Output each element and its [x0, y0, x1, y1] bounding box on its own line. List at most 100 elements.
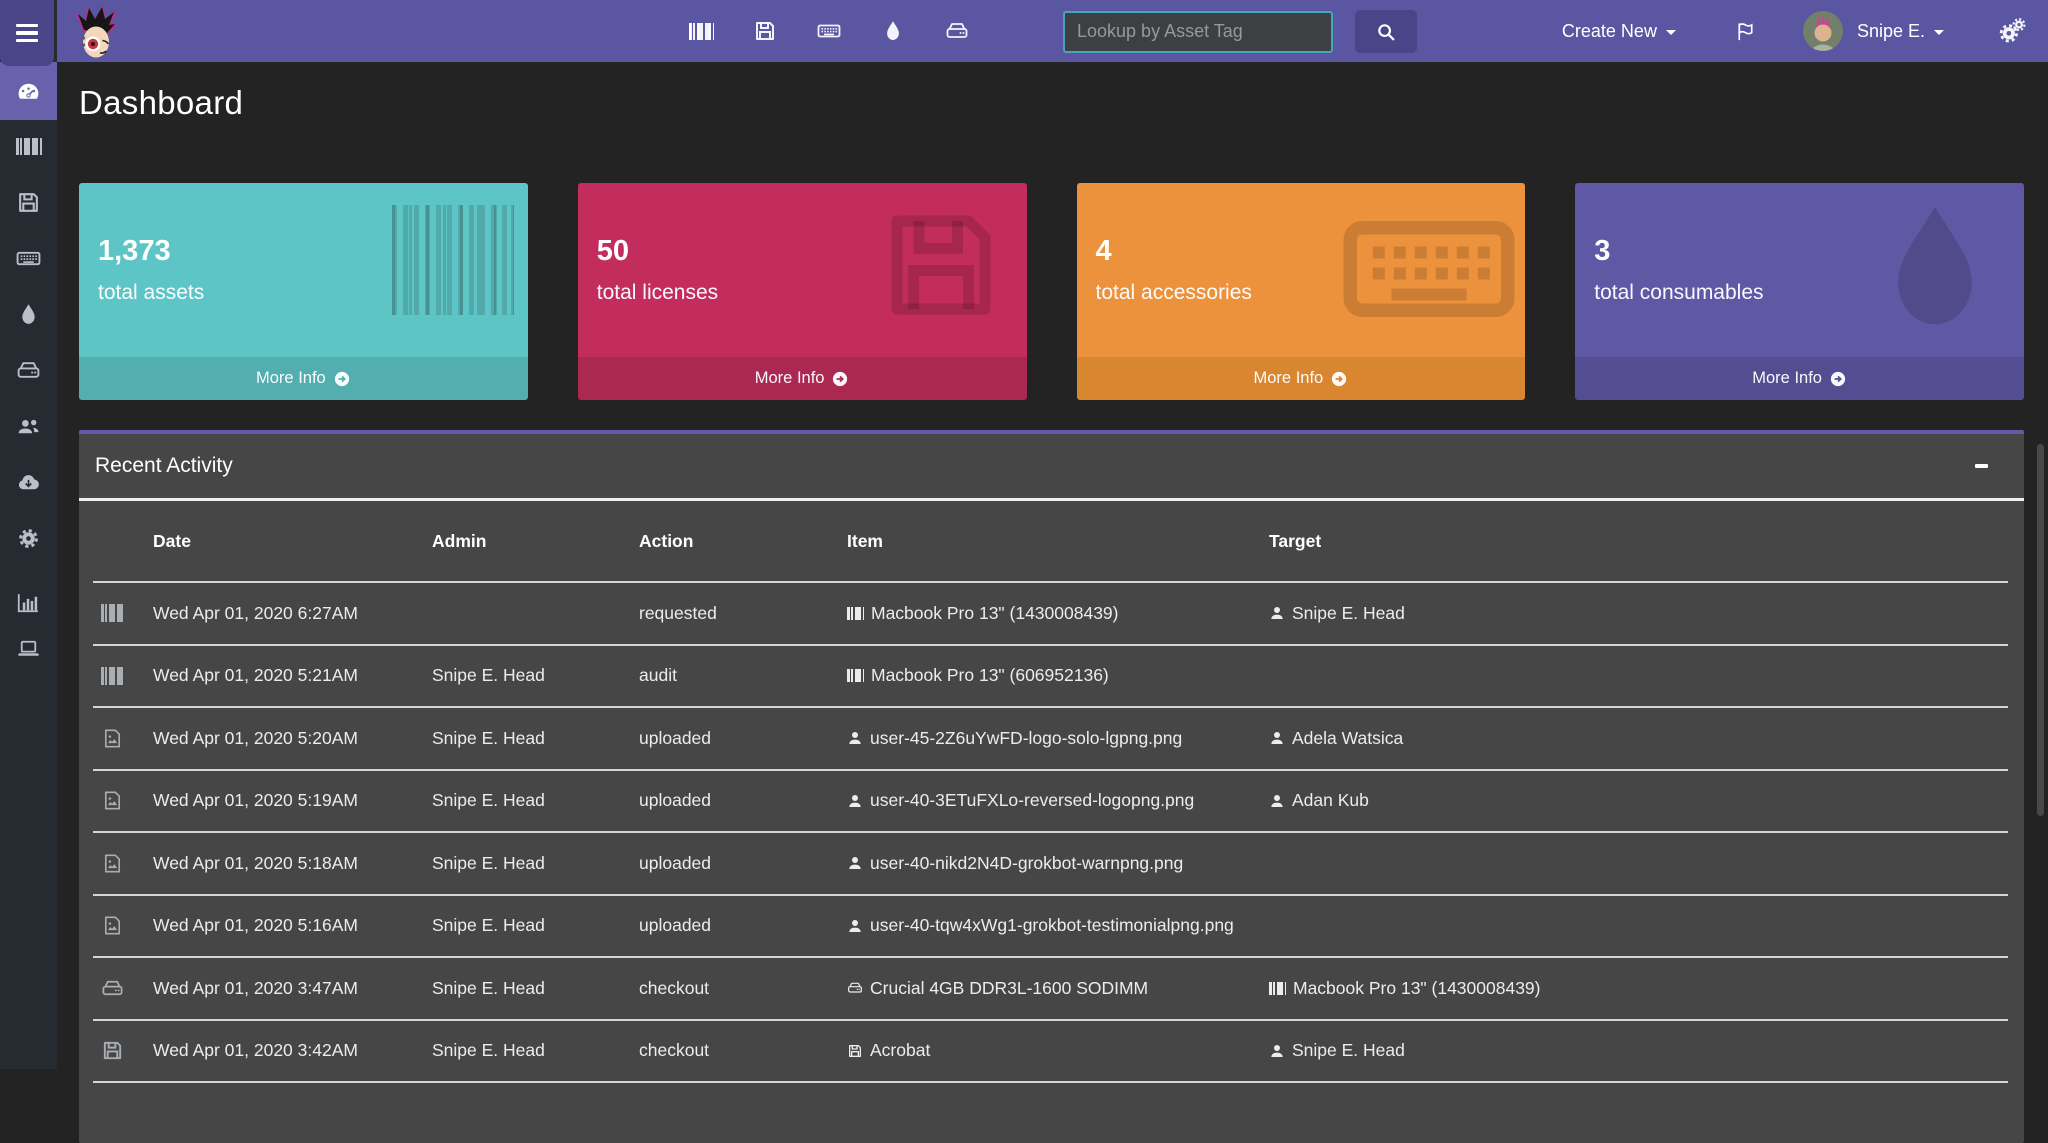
sidebar-item-dashboard[interactable] [0, 62, 57, 120]
user-icon [1269, 1043, 1285, 1059]
barcode-icon [15, 137, 42, 155]
user-icon [847, 730, 863, 746]
arrow-circle-right-icon [831, 370, 849, 388]
save-icon [101, 1039, 124, 1062]
barcode-watermark-icon [391, 205, 514, 315]
table-row: Wed Apr 01, 2020 6:27AM requested Macboo… [93, 583, 2008, 646]
barcode-icon [847, 606, 864, 620]
create-new-label: Create New [1561, 20, 1657, 41]
sidebar-item-accessories[interactable] [0, 230, 57, 286]
licenses-more-info-link[interactable]: More Info [577, 357, 1027, 400]
table-row: Wed Apr 01, 2020 5:18AM Snipe E. Head up… [93, 833, 2008, 896]
recent-activity-panel: Recent Activity Date Admin Action Item T… [79, 430, 2024, 1143]
droplet-icon [881, 19, 905, 43]
user-icon [847, 918, 863, 934]
save-icon [16, 190, 41, 215]
info-box-consumables: 3 total consumables More Info [1575, 183, 2024, 400]
save-icon [753, 19, 777, 43]
droplet-watermark-icon [1860, 193, 2010, 343]
sidebar-item-settings[interactable] [0, 510, 57, 566]
app-logo[interactable] [72, 4, 122, 65]
barcode-icon [1269, 981, 1286, 995]
barcode-icon [101, 666, 123, 685]
hamburger-icon [16, 23, 38, 28]
sidebar-item-import[interactable] [0, 454, 57, 510]
collapse-panel-button[interactable] [1966, 454, 1996, 478]
arrow-circle-right-icon [1829, 370, 1847, 388]
search-input[interactable] [1063, 10, 1333, 53]
avatar[interactable] [1802, 11, 1843, 51]
hard-drive-icon [847, 980, 863, 996]
hard-drive-icon [16, 358, 41, 383]
gears-icon [1998, 17, 2026, 45]
sidebar-item-people[interactable] [0, 398, 57, 454]
table-row: Wed Apr 01, 2020 5:19AM Snipe E. Head up… [93, 771, 2008, 833]
scrollbar-thumb[interactable] [2037, 444, 2044, 816]
table-header-row: Date Admin Action Item Target [93, 501, 2008, 583]
nav-components-link[interactable] [944, 18, 970, 44]
activity-table: Date Admin Action Item Target Wed Apr 01… [79, 501, 2024, 1083]
table-row: Wed Apr 01, 2020 3:42AM Snipe E. Head ch… [93, 1021, 2008, 1083]
keyboard-watermark-icon [1339, 183, 1519, 357]
nav-licenses-link[interactable] [752, 18, 778, 44]
col-item: Item [847, 530, 883, 551]
save-icon [847, 1043, 863, 1059]
hard-drive-icon [101, 977, 124, 1000]
sidebar-item-licenses[interactable] [0, 174, 57, 230]
avatar-image [1802, 11, 1843, 51]
consumables-more-info-link[interactable]: More Info [1575, 357, 2024, 400]
keyboard-icon [16, 246, 41, 271]
nav-consumables-link[interactable] [880, 18, 906, 44]
arrow-circle-right-icon [1330, 370, 1348, 388]
chevron-down-icon [1934, 29, 1944, 35]
file-image-icon [101, 727, 124, 750]
hard-drive-icon [945, 19, 969, 43]
gauge-icon [16, 79, 41, 104]
table-row: Wed Apr 01, 2020 5:21AM Snipe E. Head au… [93, 646, 2008, 708]
quick-links [688, 0, 970, 62]
sidebar-item-models[interactable] [0, 620, 57, 676]
chevron-down-icon [1665, 29, 1676, 35]
gear-icon [16, 526, 41, 551]
main-content: Dashboard 1,373 total assets More Info 5… [57, 62, 2048, 1143]
accessories-more-info-link[interactable]: More Info [1076, 357, 1526, 400]
sidebar-item-consumables[interactable] [0, 286, 57, 342]
user-icon [847, 793, 863, 809]
panel-title: Recent Activity [95, 454, 233, 477]
info-box-licenses: 50 total licenses More Info [577, 183, 1027, 400]
settings-button[interactable] [1998, 17, 2026, 45]
search-icon [1375, 21, 1397, 43]
barcode-icon [847, 669, 864, 683]
user-icon [1269, 605, 1285, 621]
reports-flag-button[interactable] [1734, 20, 1757, 43]
info-box-assets: 1,373 total assets More Info [79, 183, 528, 400]
barcode-icon [688, 22, 714, 40]
menu-toggle-button[interactable] [0, 0, 54, 66]
nav-accessories-link[interactable] [816, 18, 842, 44]
col-target: Target [1269, 530, 1322, 551]
save-watermark-icon [875, 199, 1007, 331]
user-icon [1269, 793, 1285, 809]
user-icon [847, 855, 863, 871]
keyboard-icon [817, 19, 841, 43]
table-row: Wed Apr 01, 2020 3:47AM Snipe E. Head ch… [93, 958, 2008, 1021]
nav-assets-link[interactable] [688, 18, 714, 44]
assets-more-info-link[interactable]: More Info [79, 357, 528, 400]
page-title: Dashboard [79, 84, 244, 121]
search-button[interactable] [1355, 10, 1417, 53]
bar-chart-icon [16, 590, 41, 615]
user-menu[interactable]: Snipe E. [1857, 21, 1925, 42]
navbar-right: Create New Snipe E. [1562, 0, 2026, 62]
col-admin: Admin [432, 530, 487, 551]
table-row: Wed Apr 01, 2020 5:20AM Snipe E. Head up… [93, 708, 2008, 771]
sidebar-item-components[interactable] [0, 342, 57, 398]
create-new-dropdown[interactable]: Create New [1562, 21, 1676, 42]
asset-search [1063, 10, 1417, 53]
sidebar [0, 0, 57, 1069]
col-date: Date [153, 530, 191, 551]
info-box-accessories: 4 total accessories More Info [1076, 183, 1526, 400]
sidebar-item-assets[interactable] [0, 118, 57, 174]
table-row: Wed Apr 01, 2020 5:16AM Snipe E. Head up… [93, 896, 2008, 958]
arrow-circle-right-icon [333, 370, 351, 388]
mascot-logo-icon [75, 5, 119, 58]
